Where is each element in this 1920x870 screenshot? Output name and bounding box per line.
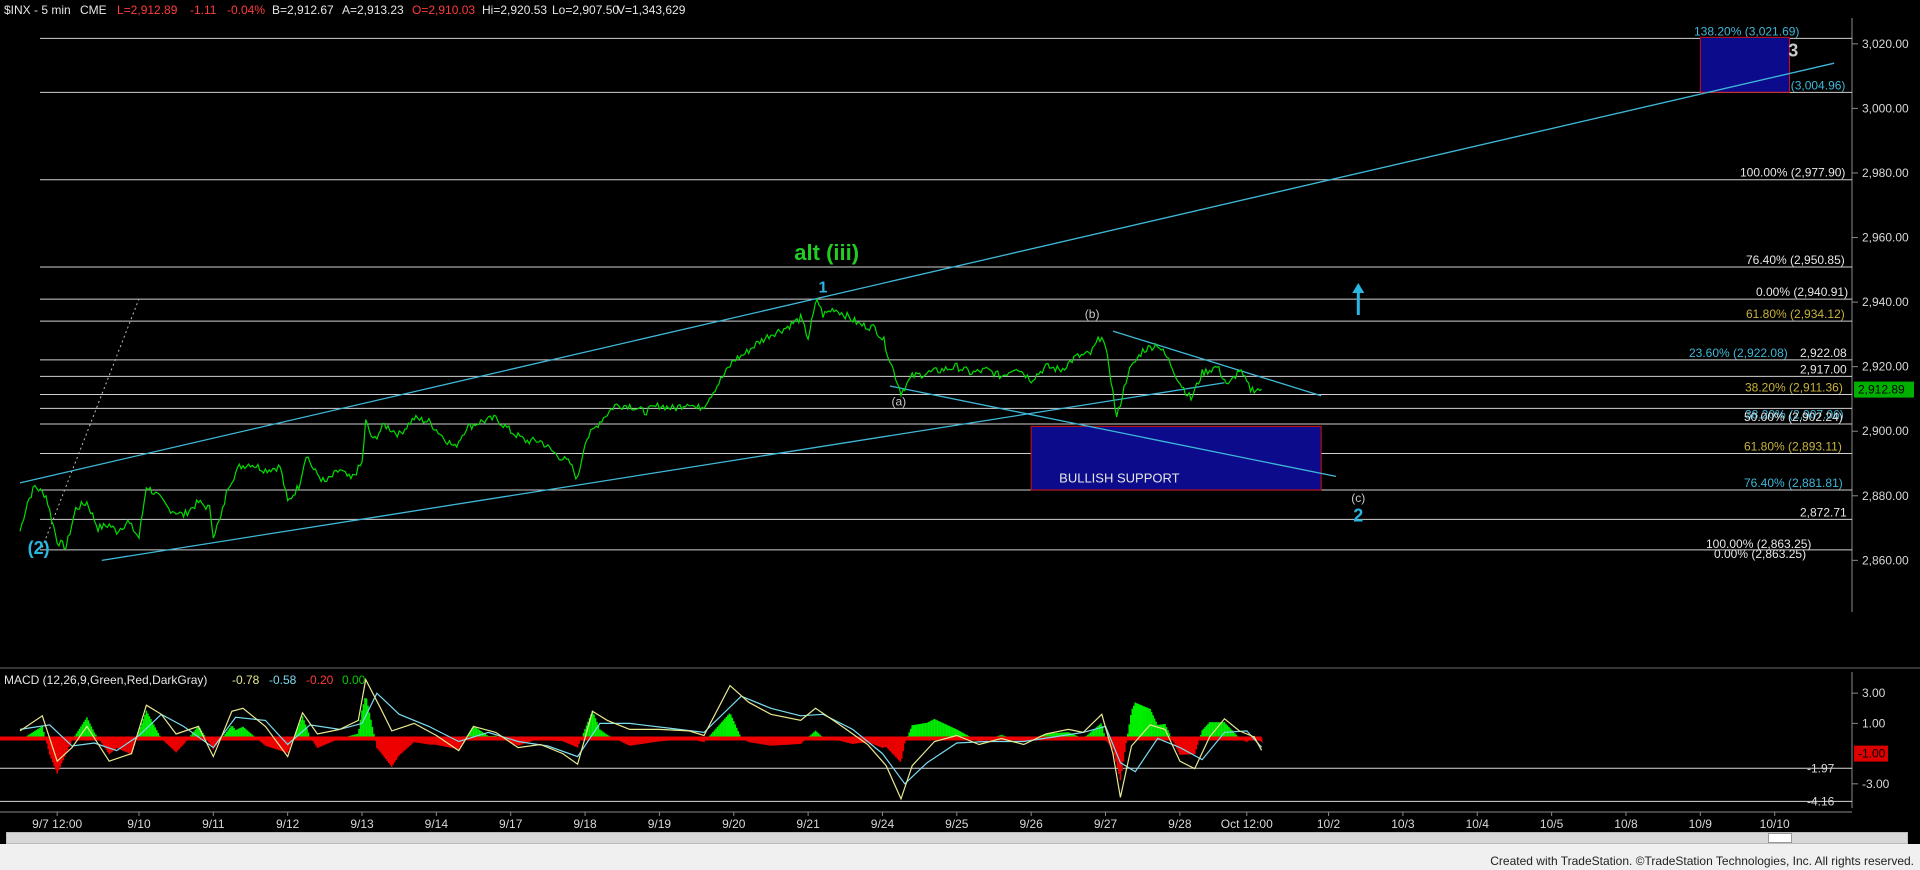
header-ask: A=2,913.23 <box>342 3 404 17</box>
wave-label: (c) <box>1351 491 1365 505</box>
time-axis-label: 9/11 <box>202 817 225 831</box>
fib-level-label: 138.20% (3,021.69) <box>1694 24 1799 38</box>
time-axis-label: 9/13 <box>350 817 374 831</box>
macd-diff-value: -0.20 <box>306 673 334 687</box>
time-axis-label: 9/24 <box>871 817 895 831</box>
chart-header: $INX - 5 min CME L=2,912.89 -1.11 -0.04%… <box>4 3 686 17</box>
macd-last-value-label: -1.00 <box>1858 747 1886 761</box>
price-axis-label: 3,000.00 <box>1862 101 1909 115</box>
macd-axis-label: 3.00 <box>1862 686 1886 700</box>
macd-value: -0.78 <box>232 673 260 687</box>
macd-axis-label: -3.00 <box>1862 777 1890 791</box>
chart-canvas: 2,860.00 2,880.00 2,900.00 2,920.00 2,940.00… <box>0 3 1920 831</box>
macd-marker-label: -1.97 <box>1807 761 1835 775</box>
price-pane-background <box>0 18 1852 612</box>
time-axis-label: Oct 12:00 <box>1221 817 1273 831</box>
last-price-label: 2,912.89 <box>1858 383 1905 397</box>
header-volume: V=1,343,629 <box>617 3 686 17</box>
fib-level-label: 38.20% (2,911.36) <box>1745 381 1843 395</box>
price-axis-label: 2,880.00 <box>1862 489 1909 503</box>
fib-level-label: 2,872.71 <box>1800 505 1847 519</box>
fib-level-label: 2,917.00 <box>1800 362 1847 376</box>
time-axis-label: 9/7 12:00 <box>32 817 82 831</box>
wave-label: alt (iii) <box>794 240 859 265</box>
macd-legend: MACD (12,26,9,Green,Red,DarkGray) -0.78 … <box>4 673 366 687</box>
time-axis-label: 9/25 <box>945 817 969 831</box>
header-last: L=2,912.89 <box>117 3 178 17</box>
footer-credit: Created with TradeStation. ©TradeStation… <box>1490 854 1914 868</box>
header-exchange: CME <box>80 3 107 17</box>
time-axis-label: 9/27 <box>1094 817 1118 831</box>
time-axis-label: 10/10 <box>1760 817 1790 831</box>
fib-level-label: 61.80% (2,893.11) <box>1744 439 1842 453</box>
fib-level-label: 2,922.08 <box>1800 346 1847 360</box>
price-axis-label: 3,020.00 <box>1862 37 1909 51</box>
header-high: Hi=2,920.53 <box>482 3 547 17</box>
header-bid: B=2,912.67 <box>272 3 334 17</box>
macd-marker-label: -4.16 <box>1807 794 1835 808</box>
wave-label: (2) <box>28 538 50 558</box>
header-open: O=2,910.03 <box>412 3 475 17</box>
time-axis-label: 10/9 <box>1689 817 1713 831</box>
bullish-support-label: BULLISH SUPPORT <box>1059 470 1179 485</box>
wave-label: 3 <box>1788 41 1798 61</box>
header-symbol: $INX - 5 min <box>4 3 71 17</box>
time-axis-label: 9/18 <box>573 817 597 831</box>
fib-level-label: 76.40% (2,881.81) <box>1744 476 1843 490</box>
time-axis-label: 10/2 <box>1317 817 1341 831</box>
macd-zero-value: 0.00 <box>342 673 366 687</box>
price-axis-label: 2,860.00 <box>1862 553 1909 567</box>
macd-pane: 3.00 1.00 -3.00 -1.97 -4.16 -1.00 9/7 12:00 9/1… <box>0 667 1920 831</box>
macd-axis-label: 1.00 <box>1862 716 1886 730</box>
horizontal-scrollbar[interactable] <box>6 832 1908 844</box>
header-change-pct: -0.04% <box>227 3 265 17</box>
header-low: Lo=2,907.50 <box>552 3 619 17</box>
price-axis-label: 2,900.00 <box>1862 424 1909 438</box>
price-axis-label: 2,980.00 <box>1862 166 1909 180</box>
time-axis-label: 9/19 <box>648 817 672 831</box>
time-axis-label: 10/5 <box>1540 817 1564 831</box>
price-axis-label: 2,960.00 <box>1862 231 1909 245</box>
price-axis-label: 2,920.00 <box>1862 360 1909 374</box>
time-axis-label: 10/3 <box>1391 817 1415 831</box>
fib-level-label: 23.60% (2,922.08) <box>1689 346 1788 360</box>
fib-level-label: 100.00% (2,977.90) <box>1740 166 1845 180</box>
macd-signal-value: -0.58 <box>269 673 297 687</box>
fib-level-label: 76.40% (2,950.85) <box>1746 253 1845 267</box>
wave-label: (a) <box>891 394 906 408</box>
scrollbar-thumb[interactable] <box>1768 833 1792 843</box>
macd-title: MACD (12,26,9,Green,Red,DarkGray) <box>4 673 207 687</box>
time-axis-label: 9/26 <box>1019 817 1043 831</box>
time-axis-label: 9/12 <box>276 817 300 831</box>
time-axis-label: 9/14 <box>425 817 449 831</box>
wave-label: (b) <box>1085 307 1100 321</box>
fib-level-label: 0.00% (2,940.91) <box>1756 285 1848 299</box>
fib-level-label: 0.00% (2,863.25) <box>1714 547 1806 561</box>
wave-label: 2 <box>1353 506 1363 526</box>
time-axis-label: 9/20 <box>722 817 746 831</box>
fib-level-label: 50.00% (2,902.24) <box>1744 410 1843 424</box>
time-axis-label: 10/8 <box>1614 817 1638 831</box>
time-axis-label: 9/17 <box>499 817 523 831</box>
time-axis-label: 9/28 <box>1168 817 1192 831</box>
price-axis-label: 2,940.00 <box>1862 295 1909 309</box>
time-axis-label: 9/21 <box>796 817 820 831</box>
time-axis-label: 9/10 <box>127 817 151 831</box>
header-change: -1.11 <box>190 3 217 17</box>
time-axis-label: 10/4 <box>1466 817 1490 831</box>
wave-label: 1 <box>819 279 828 296</box>
price-pane: 2,860.00 2,880.00 2,900.00 2,920.00 2,940.00… <box>0 18 1914 612</box>
fib-level-label: 61.80% (2,934.12) <box>1746 307 1845 321</box>
